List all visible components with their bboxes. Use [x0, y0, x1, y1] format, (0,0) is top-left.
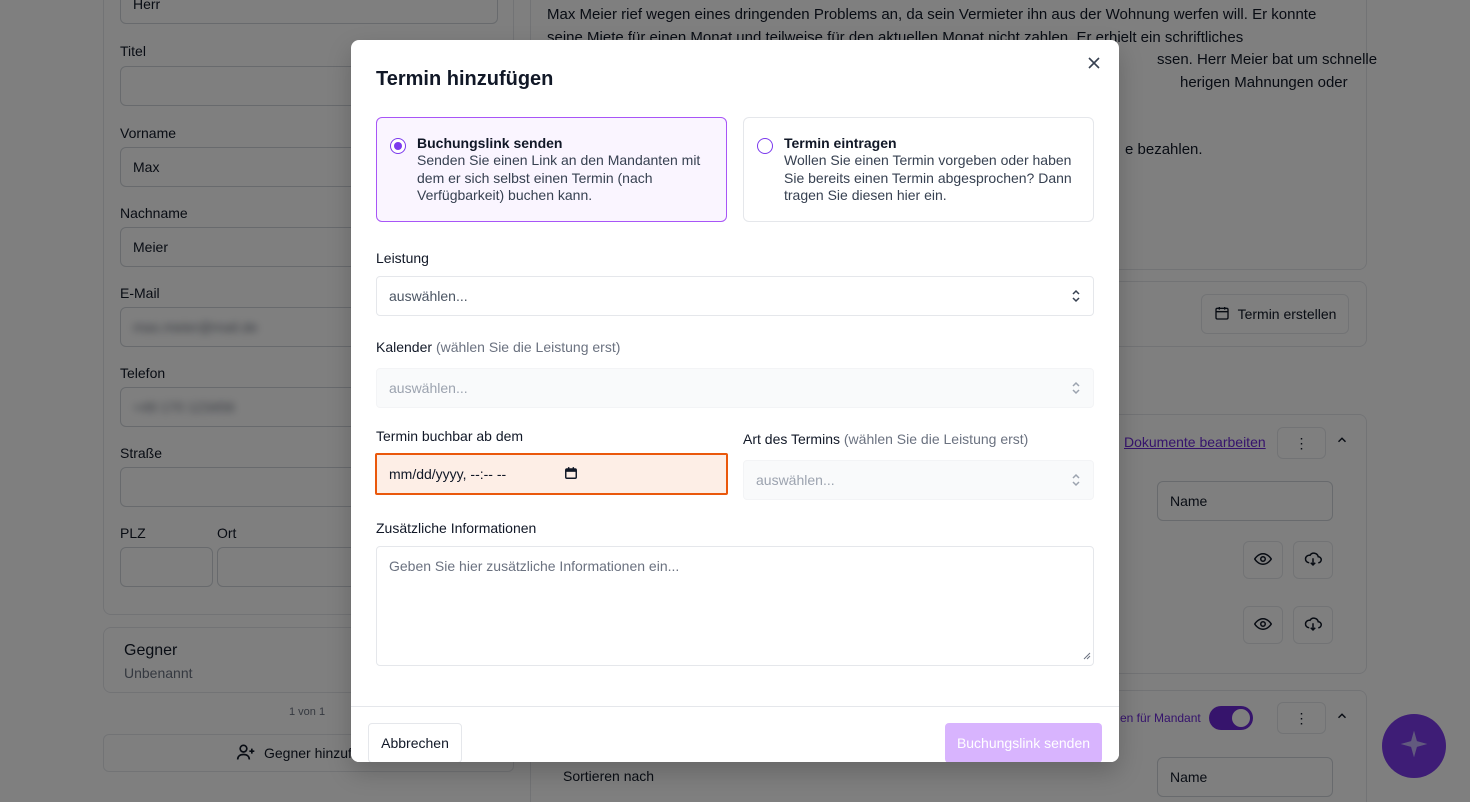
radio-send-booking-link[interactable]: [390, 138, 406, 154]
service-select[interactable]: auswählen...: [376, 276, 1094, 316]
chevron-up-down-icon: [1071, 381, 1081, 395]
appointment-type-label: Art des Termins (wählen Sie die Leistung…: [743, 431, 1029, 447]
option-description: Wollen Sie einen Termin vorgeben oder ha…: [784, 152, 1072, 203]
option-send-booking-link[interactable]: Buchungslink senden Senden Sie einen Lin…: [376, 117, 727, 222]
option-description: Senden Sie einen Link an den Mandanten m…: [417, 152, 701, 203]
appointment-type-hint: (wählen Sie die Leistung erst): [843, 431, 1029, 447]
service-label: Leistung: [376, 250, 429, 266]
cancel-button[interactable]: Abbrechen: [368, 723, 462, 762]
additional-info-textarea[interactable]: Geben Sie hier zusätzliche Informationen…: [376, 546, 1094, 666]
add-appointment-dialog: Termin hinzufügen Buchungslink senden Se…: [351, 40, 1119, 762]
chevron-up-down-icon: [1071, 289, 1081, 303]
appointment-type-select[interactable]: auswählen...: [743, 460, 1094, 500]
dialog-title: Termin hinzufügen: [376, 68, 554, 90]
option-title: Buchungslink senden: [417, 135, 563, 151]
calendar-select[interactable]: auswählen...: [376, 368, 1094, 408]
close-button[interactable]: [1085, 56, 1103, 74]
calendar-placeholder: auswählen...: [389, 380, 468, 396]
radio-enter-appointment[interactable]: [757, 138, 773, 154]
calendar-hint: (wählen Sie die Leistung erst): [435, 339, 621, 355]
datetime-placeholder: mm/dd/yyyy, --:-- --: [389, 466, 507, 482]
close-icon: [1088, 56, 1100, 74]
dialog-footer: Abbrechen Buchungslink senden: [351, 706, 1119, 762]
option-title: Termin eintragen: [784, 135, 897, 151]
appointment-type-placeholder: auswählen...: [756, 472, 835, 488]
additional-info-placeholder: Geben Sie hier zusätzliche Informationen…: [389, 558, 680, 574]
chevron-up-down-icon: [1071, 473, 1081, 487]
option-enter-appointment[interactable]: Termin eintragen Wollen Sie einen Termin…: [743, 117, 1094, 222]
calendar-icon[interactable]: [564, 466, 578, 483]
bookable-from-label: Termin buchbar ab dem: [376, 428, 524, 444]
bookable-from-datetime-input[interactable]: mm/dd/yyyy, --:-- --: [375, 453, 728, 495]
service-placeholder: auswählen...: [389, 288, 468, 304]
send-booking-link-button[interactable]: Buchungslink senden: [945, 723, 1102, 762]
resize-handle-icon[interactable]: [1083, 647, 1091, 663]
calendar-label: Kalender (wählen Sie die Leistung erst): [376, 339, 621, 355]
additional-info-label: Zusätzliche Informationen: [376, 520, 537, 536]
